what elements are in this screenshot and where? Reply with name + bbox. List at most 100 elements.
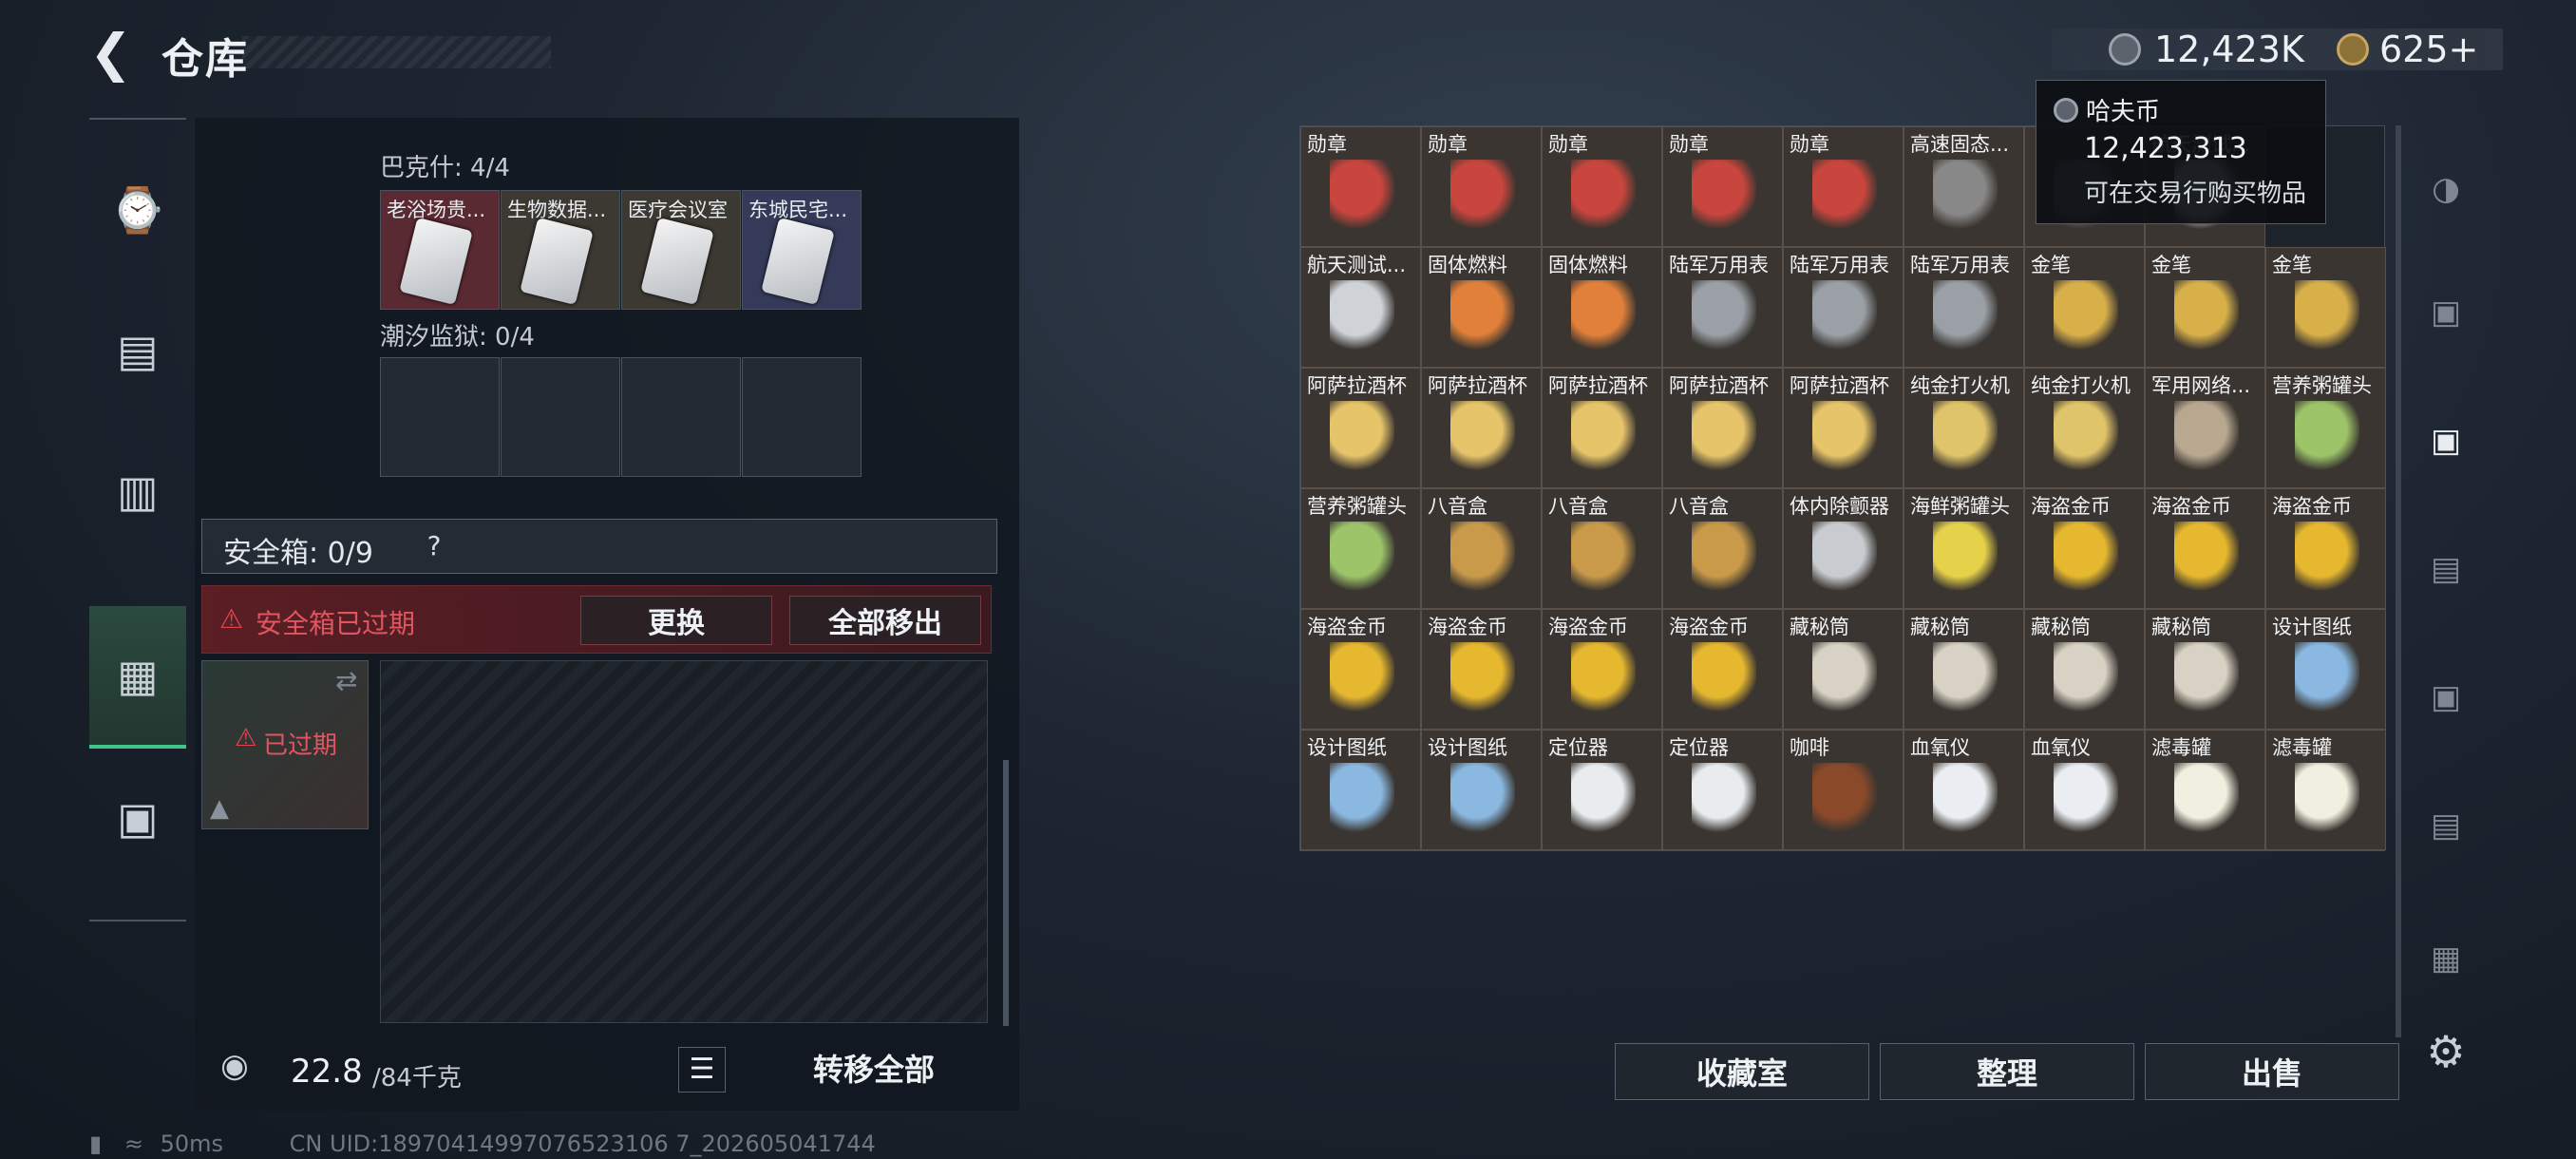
backpack-icon[interactable]: ▥ xyxy=(89,420,186,562)
gun-icon[interactable]: ⌚ xyxy=(89,139,186,281)
stash-item[interactable]: 海盗金币 xyxy=(1421,609,1542,730)
expired-status: 已过期 xyxy=(263,732,338,760)
stash-item[interactable]: 定位器 xyxy=(1542,730,1662,850)
tier-III-rig-icon[interactable]: ▤ xyxy=(2413,792,2479,859)
stash-item[interactable]: 高速固态... xyxy=(1904,126,2024,247)
tier-IV-armor-icon[interactable]: ▣ xyxy=(2413,279,2479,346)
collection-room-button[interactable]: 收藏室 xyxy=(1615,1043,1869,1100)
remove-all-button[interactable]: 全部移出 xyxy=(789,596,981,645)
collection-slot-empty[interactable] xyxy=(380,357,500,477)
stash-item-label: 海盗金币 xyxy=(1307,616,1387,638)
stash-item[interactable]: 勋章 xyxy=(1783,126,1904,247)
stash-item[interactable]: 海盗金币 xyxy=(1300,609,1421,730)
item-icon xyxy=(1450,763,1515,835)
stash-item[interactable]: 金笔 xyxy=(2024,247,2145,368)
stash-item[interactable]: 体内除颤器 xyxy=(1783,488,1904,609)
stash-item[interactable]: 阿萨拉酒杯 xyxy=(1300,368,1421,488)
stash-grid: 勋章勋章勋章勋章勋章高速固态...航天测试...航天测试...固体燃料固体燃料陆… xyxy=(1299,125,2386,851)
collection-slot-empty[interactable] xyxy=(621,357,741,477)
gear-icon[interactable]: ⚙ xyxy=(2413,1018,2479,1085)
stash-item[interactable]: 海盗金币 xyxy=(2265,488,2386,609)
stash-item[interactable]: 阿萨拉酒杯 xyxy=(1421,368,1542,488)
stash-item[interactable]: 血氧仪 xyxy=(2024,730,2145,850)
safe-box-item[interactable]: ⇄ ⚠ 已过期 ▲ xyxy=(201,660,369,829)
collection-slot[interactable]: 老浴场贵... xyxy=(380,190,500,310)
stash-item[interactable]: 海盗金币 xyxy=(1662,609,1783,730)
stash-item[interactable]: 八音盒 xyxy=(1421,488,1542,609)
stash-item-label: 营养粥罐头 xyxy=(2272,374,2372,397)
stash-item[interactable]: 阿萨拉酒杯 xyxy=(1542,368,1662,488)
stash-item[interactable]: 海鲜粥罐头 xyxy=(1904,488,2024,609)
collection-slot[interactable]: 医疗会议室 xyxy=(621,190,741,310)
stash-item[interactable]: 滤毒罐 xyxy=(2145,730,2265,850)
stash-item[interactable]: 藏秘筒 xyxy=(2024,609,2145,730)
stash-item[interactable]: 金笔 xyxy=(2145,247,2265,368)
tier-IV-medkit-icon[interactable]: ▦ xyxy=(2413,925,2479,992)
safe-box-grid[interactable] xyxy=(380,660,988,1023)
stash-item[interactable]: 纯金打火机 xyxy=(1904,368,2024,488)
stash-item[interactable]: 陆军万用表 xyxy=(1662,247,1783,368)
stash-item[interactable]: 设计图纸 xyxy=(2265,609,2386,730)
stash-item-label: 设计图纸 xyxy=(1428,736,1507,759)
list-icon[interactable]: ☰ xyxy=(678,1047,726,1092)
stash-item[interactable]: 海盗金币 xyxy=(2145,488,2265,609)
stash-item[interactable]: 海盗金币 xyxy=(1542,609,1662,730)
tier-IV-rig-icon[interactable]: ▤ xyxy=(2413,536,2479,602)
scrollbar[interactable] xyxy=(1003,760,1009,1026)
collection-slot[interactable]: 生物数据... xyxy=(501,190,620,310)
collection-slot-empty[interactable] xyxy=(501,357,620,477)
stash-item[interactable]: 藏秘筒 xyxy=(2145,609,2265,730)
stash-item[interactable]: 海盗金币 xyxy=(2024,488,2145,609)
stash-item[interactable]: 勋章 xyxy=(1542,126,1662,247)
stash-item[interactable]: 藏秘筒 xyxy=(1783,609,1904,730)
item-icon xyxy=(1812,401,1877,473)
stash-item[interactable]: 固体燃料 xyxy=(1421,247,1542,368)
stash-item[interactable]: 陆军万用表 xyxy=(1904,247,2024,368)
stash-item[interactable]: 血氧仪 xyxy=(1904,730,2024,850)
stash-item[interactable]: 藏秘筒 xyxy=(1904,609,2024,730)
currency-bar[interactable]: 12,423K 625+ xyxy=(2052,28,2503,70)
stash-item[interactable]: 纯金打火机 xyxy=(2024,368,2145,488)
transfer-all-button[interactable]: 转移全部 xyxy=(745,1047,1003,1092)
stash-item[interactable]: 勋章 xyxy=(1300,126,1421,247)
collection-slot[interactable]: 东城民宅... xyxy=(742,190,862,310)
collection-slot-empty[interactable] xyxy=(742,357,862,477)
helmet-icon[interactable]: ◑ xyxy=(2413,156,2479,222)
vest-icon[interactable]: ▤ xyxy=(89,279,186,422)
hafu-coin-value: 12,423K xyxy=(2154,28,2304,70)
item-icon xyxy=(1330,160,1394,232)
item-icon xyxy=(1571,280,1636,352)
stash-item[interactable]: 金笔 xyxy=(2265,247,2386,368)
stash-item[interactable]: 咖啡 xyxy=(1783,730,1904,850)
stash-item[interactable]: 阿萨拉酒杯 xyxy=(1783,368,1904,488)
stash-item-label: 藏秘筒 xyxy=(1910,616,1970,638)
stash-item[interactable]: 营养粥罐头 xyxy=(2265,368,2386,488)
tier-IV-armor-active-icon[interactable]: ▣ xyxy=(2413,408,2479,474)
stash-item-label: 金笔 xyxy=(2151,254,2191,276)
stash-item[interactable]: 八音盒 xyxy=(1542,488,1662,609)
sort-button[interactable]: 整理 xyxy=(1880,1043,2134,1100)
stash-item[interactable]: 军用网络... xyxy=(2145,368,2265,488)
stash-scrollbar[interactable] xyxy=(2396,125,2401,1037)
stash-item-label: 滤毒罐 xyxy=(2151,736,2211,759)
stash-item[interactable]: 设计图纸 xyxy=(1421,730,1542,850)
stash-item[interactable]: 固体燃料 xyxy=(1542,247,1662,368)
stash-item[interactable]: 八音盒 xyxy=(1662,488,1783,609)
tier-III-armor-icon[interactable]: ▣ xyxy=(2413,664,2479,731)
stash-item[interactable]: 勋章 xyxy=(1421,126,1542,247)
safe-box-icon[interactable]: ▦ xyxy=(89,606,186,749)
sell-button[interactable]: 出售 xyxy=(2145,1043,2399,1100)
stash-item[interactable]: 营养粥罐头 xyxy=(1300,488,1421,609)
replace-button[interactable]: 更换 xyxy=(580,596,772,645)
stash-item[interactable]: 滤毒罐 xyxy=(2265,730,2386,850)
help-icon[interactable]: ? xyxy=(415,525,453,567)
item-icon xyxy=(1330,280,1394,352)
toolbox-icon[interactable]: ▣ xyxy=(89,747,186,889)
stash-item[interactable]: 勋章 xyxy=(1662,126,1783,247)
stash-item[interactable]: 定位器 xyxy=(1662,730,1783,850)
stash-item[interactable]: 设计图纸 xyxy=(1300,730,1421,850)
stash-item[interactable]: 陆军万用表 xyxy=(1783,247,1904,368)
back-button[interactable]: ❮ xyxy=(89,27,135,80)
stash-item[interactable]: 航天测试... xyxy=(1300,247,1421,368)
stash-item[interactable]: 阿萨拉酒杯 xyxy=(1662,368,1783,488)
